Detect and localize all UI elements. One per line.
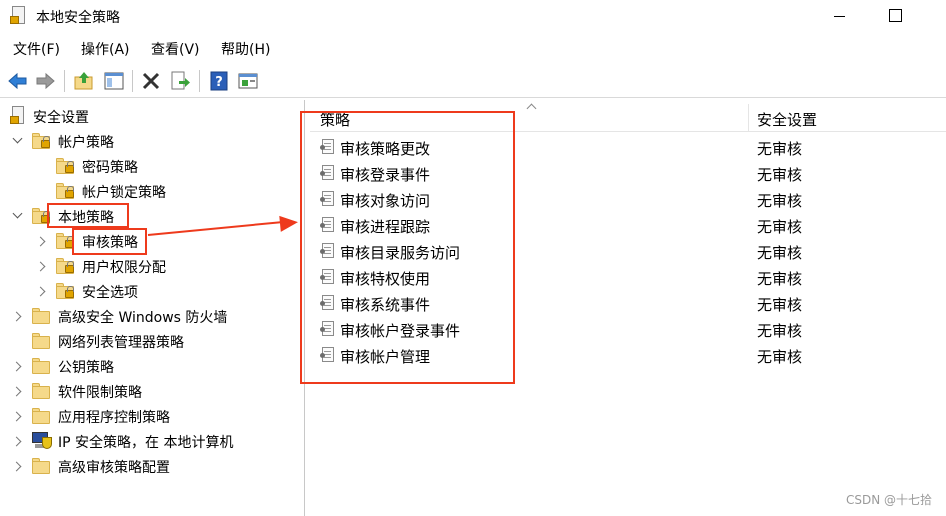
- tree-item-account-policies[interactable]: 帐户策略: [0, 129, 300, 153]
- folder-lock-icon: [56, 158, 76, 174]
- chevron-down-icon[interactable]: [13, 135, 23, 145]
- annotation-arrow-head: [279, 214, 299, 232]
- folder-lock-icon: [56, 258, 76, 274]
- help-icon[interactable]: ?: [207, 69, 231, 93]
- policy-setting: 无审核: [757, 270, 803, 288]
- console-tree: 安全设置 帐户策略 密码策略 帐户锁定策略 本地策略 审核策略 用户权限分配 安…: [0, 100, 305, 516]
- policy-setting: 无审核: [757, 348, 803, 366]
- chevron-right-icon[interactable]: [37, 236, 47, 246]
- tree-item-security-settings[interactable]: 安全设置: [0, 104, 300, 128]
- tree-label: 安全设置: [33, 110, 89, 126]
- policy-setting: 无审核: [757, 244, 803, 262]
- tree-item-network-list-manager[interactable]: 网络列表管理器策略: [0, 329, 300, 353]
- chevron-right-icon[interactable]: [13, 311, 23, 321]
- tree-label: 安全选项: [82, 285, 138, 301]
- folder-icon: [32, 383, 52, 399]
- tree-label: 帐户锁定策略: [82, 185, 166, 201]
- toolbar: ?: [0, 64, 946, 98]
- highlight-box-audit-policy: [72, 228, 147, 255]
- minimize-button[interactable]: [816, 0, 862, 32]
- svg-text:?: ?: [215, 75, 223, 90]
- folder-icon: [32, 358, 52, 374]
- chevron-right-icon[interactable]: [13, 361, 23, 371]
- tree-label: 帐户策略: [58, 135, 114, 151]
- column-header-security-setting[interactable]: 安全设置: [757, 109, 817, 130]
- highlight-box-policy-list: [300, 111, 515, 384]
- computer-shield-icon: [32, 432, 52, 450]
- export-list-icon[interactable]: [168, 69, 192, 93]
- tree-label: 高级安全 Windows 防火墙: [58, 310, 228, 326]
- tree-label: 公钥策略: [58, 360, 114, 376]
- tree-item-account-lockout-policy[interactable]: 帐户锁定策略: [0, 179, 300, 203]
- window-title: 本地安全策略: [36, 10, 120, 26]
- folder-icon: [32, 308, 52, 324]
- chevron-right-icon[interactable]: [13, 386, 23, 396]
- policy-setting: 无审核: [757, 296, 803, 314]
- chevron-right-icon[interactable]: [13, 411, 23, 421]
- folder-icon: [32, 408, 52, 424]
- watermark: CSDN @十七拾: [845, 493, 932, 507]
- tree-item-windows-firewall[interactable]: 高级安全 Windows 防火墙: [0, 304, 300, 328]
- policy-setting: 无审核: [757, 140, 803, 158]
- folder-icon: [32, 458, 52, 474]
- menu-file[interactable]: 文件(F): [13, 39, 60, 59]
- tree-item-software-restriction[interactable]: 软件限制策略: [0, 379, 300, 403]
- column-divider[interactable]: [748, 104, 749, 132]
- tree-label: 应用程序控制策略: [58, 410, 170, 426]
- tree-label: 用户权限分配: [82, 260, 166, 276]
- security-policy-app-icon: [10, 6, 28, 26]
- tree-item-password-policy[interactable]: 密码策略: [0, 154, 300, 178]
- local-security-policy-window: 本地安全策略 文件(F) 操作(A) 查看(V) 帮助(H) ? 安全设置 帐户…: [0, 0, 946, 516]
- tree-item-ip-security[interactable]: IP 安全策略，在 本地计算机: [0, 429, 300, 453]
- policy-setting: 无审核: [757, 166, 803, 184]
- chevron-right-icon[interactable]: [13, 436, 23, 446]
- folder-icon: [32, 333, 52, 349]
- tree-label: 软件限制策略: [58, 385, 142, 401]
- toolbar-separator: [199, 70, 200, 92]
- tree-item-security-options[interactable]: 安全选项: [0, 279, 300, 303]
- tree-label: 网络列表管理器策略: [58, 335, 184, 351]
- up-folder-icon[interactable]: [72, 69, 96, 93]
- title-bar: 本地安全策略: [0, 0, 946, 32]
- chevron-right-icon[interactable]: [37, 261, 47, 271]
- highlight-box-local-policies: [47, 203, 129, 228]
- tree-item-audit-policy[interactable]: 审核策略: [0, 229, 300, 253]
- menu-help[interactable]: 帮助(H): [221, 39, 270, 59]
- sort-ascending-icon: [526, 102, 536, 110]
- menu-bar: 文件(F) 操作(A) 查看(V) 帮助(H): [0, 36, 946, 60]
- policy-setting: 无审核: [757, 192, 803, 210]
- delete-icon[interactable]: [139, 69, 163, 93]
- security-settings-icon: [10, 106, 26, 126]
- menu-view[interactable]: 查看(V): [151, 39, 200, 59]
- chevron-right-icon[interactable]: [37, 286, 47, 296]
- forward-icon[interactable]: [33, 69, 57, 93]
- toolbar-separator: [132, 70, 133, 92]
- folder-lock-icon: [56, 283, 76, 299]
- maximize-button[interactable]: [872, 0, 918, 32]
- policy-setting: 无审核: [757, 218, 803, 236]
- chevron-down-icon[interactable]: [13, 210, 23, 220]
- tree-item-application-control[interactable]: 应用程序控制策略: [0, 404, 300, 428]
- tree-label: 高级审核策略配置: [58, 460, 170, 476]
- back-icon[interactable]: [6, 69, 30, 93]
- tree-item-user-rights-assignment[interactable]: 用户权限分配: [0, 254, 300, 278]
- toolbar-separator: [64, 70, 65, 92]
- show-hide-tree-icon[interactable]: [102, 69, 126, 93]
- properties-icon[interactable]: [236, 69, 260, 93]
- tree-label: IP 安全策略，在 本地计算机: [58, 435, 234, 451]
- tree-label: 密码策略: [82, 160, 138, 176]
- tree-item-advanced-audit[interactable]: 高级审核策略配置: [0, 454, 300, 478]
- folder-lock-icon: [32, 133, 52, 149]
- menu-action[interactable]: 操作(A): [81, 39, 130, 59]
- chevron-right-icon[interactable]: [13, 461, 23, 471]
- policy-setting: 无审核: [757, 322, 803, 340]
- tree-item-public-key-policies[interactable]: 公钥策略: [0, 354, 300, 378]
- folder-lock-icon: [56, 183, 76, 199]
